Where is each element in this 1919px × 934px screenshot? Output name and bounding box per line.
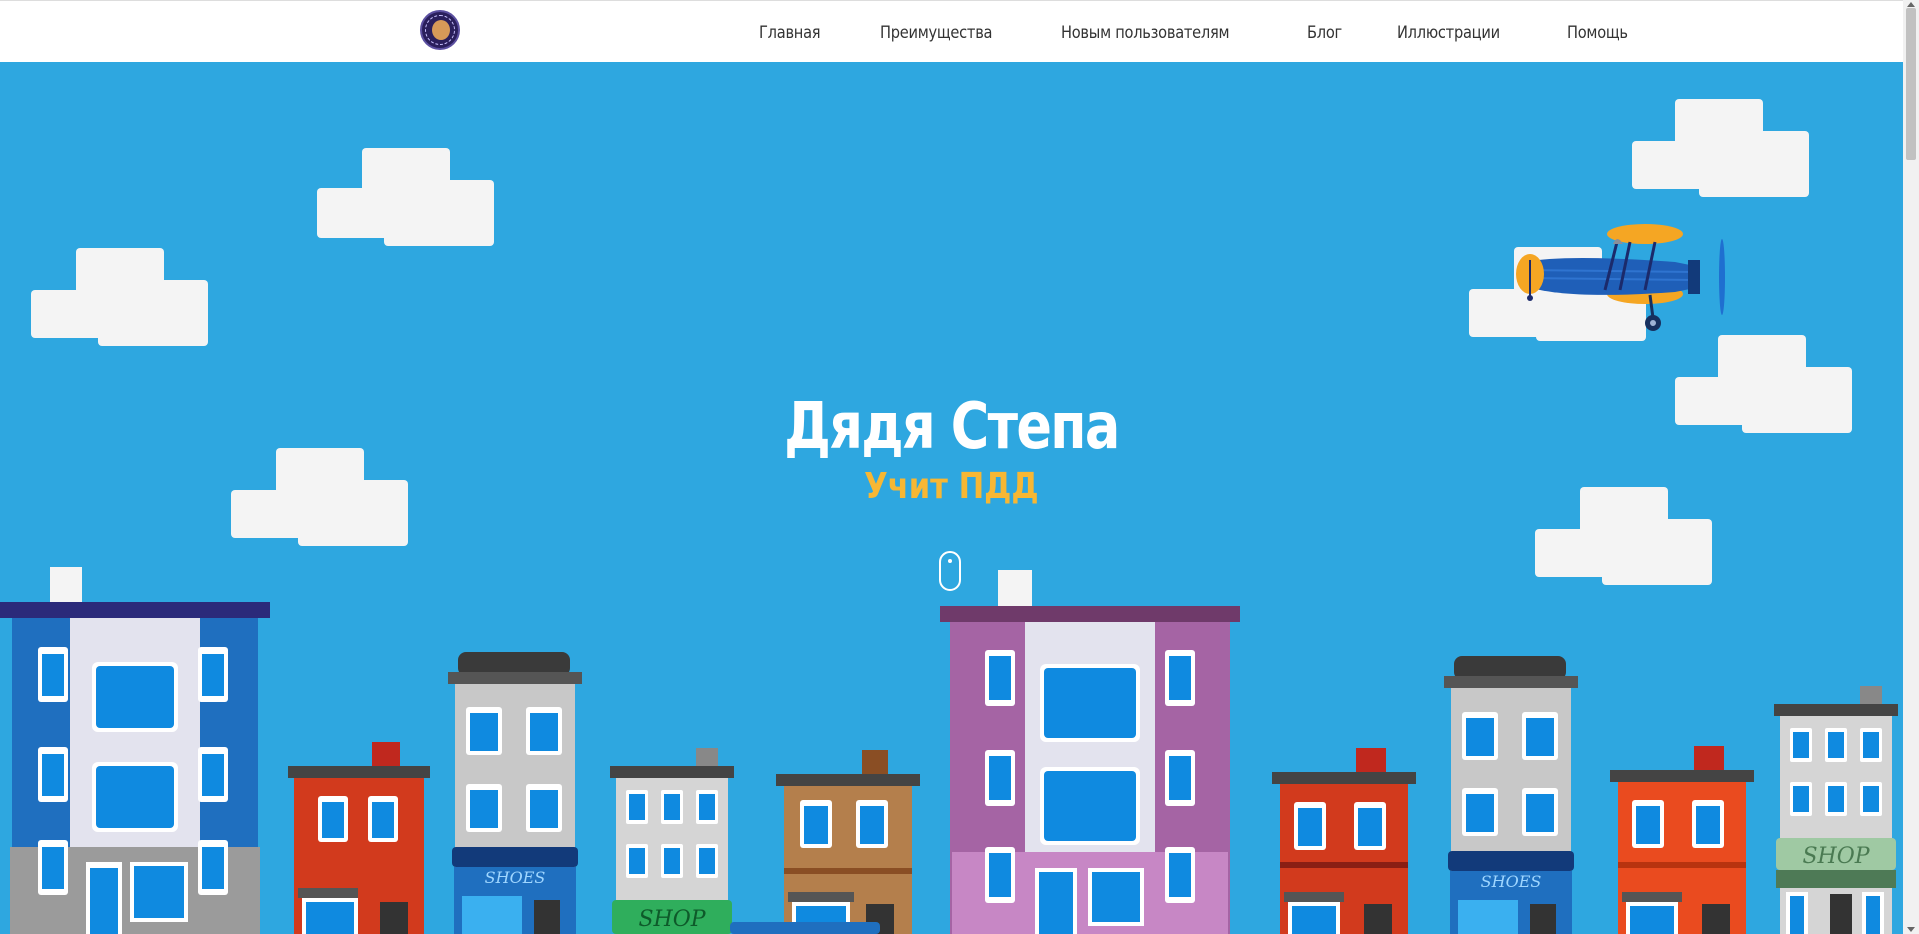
main-menu: Главная Преимущества Новым пользователям… [759,1,1688,63]
site-logo[interactable] [420,10,460,50]
shop-sign: SHOP [638,907,706,932]
logo-face-icon [432,20,450,40]
building: SHOP [610,748,734,934]
top-navbar: Главная Преимущества Новым пользователям… [0,0,1903,62]
city-buildings: SHOES SHOP SHOES SHOP [0,567,1898,934]
menu-item-new-users[interactable]: Новым пользователям [1061,1,1230,63]
building: SHOES [448,652,582,934]
menu-item-advantages[interactable]: Преимущества [880,1,993,63]
shop-sign: SHOP [1802,844,1870,869]
building: SHOP [1774,686,1898,934]
menu-item-illustrations[interactable]: Иллюстрации [1397,1,1500,63]
page-scrollbar[interactable] [1903,0,1919,934]
building: SHOES [1444,656,1578,934]
scroll-up-arrow-icon[interactable] [1907,2,1915,7]
shoes-sign: SHOES [1481,872,1542,891]
building [1610,746,1754,934]
building [730,750,920,934]
shoes-sign: SHOES [485,868,546,887]
menu-item-home[interactable]: Главная [759,1,821,63]
building [1272,748,1416,934]
menu-item-help[interactable]: Помощь [1567,1,1628,63]
hero-section: Дядя Степа Учит ПДД SHOES SHOP SHOES SHO… [0,62,1903,934]
building [940,570,1240,934]
menu-item-blog[interactable]: Блог [1307,1,1342,63]
building [0,567,270,934]
scrollbar-thumb[interactable] [1906,8,1916,160]
scroll-down-arrow-icon[interactable] [1907,927,1915,932]
building [288,742,430,934]
